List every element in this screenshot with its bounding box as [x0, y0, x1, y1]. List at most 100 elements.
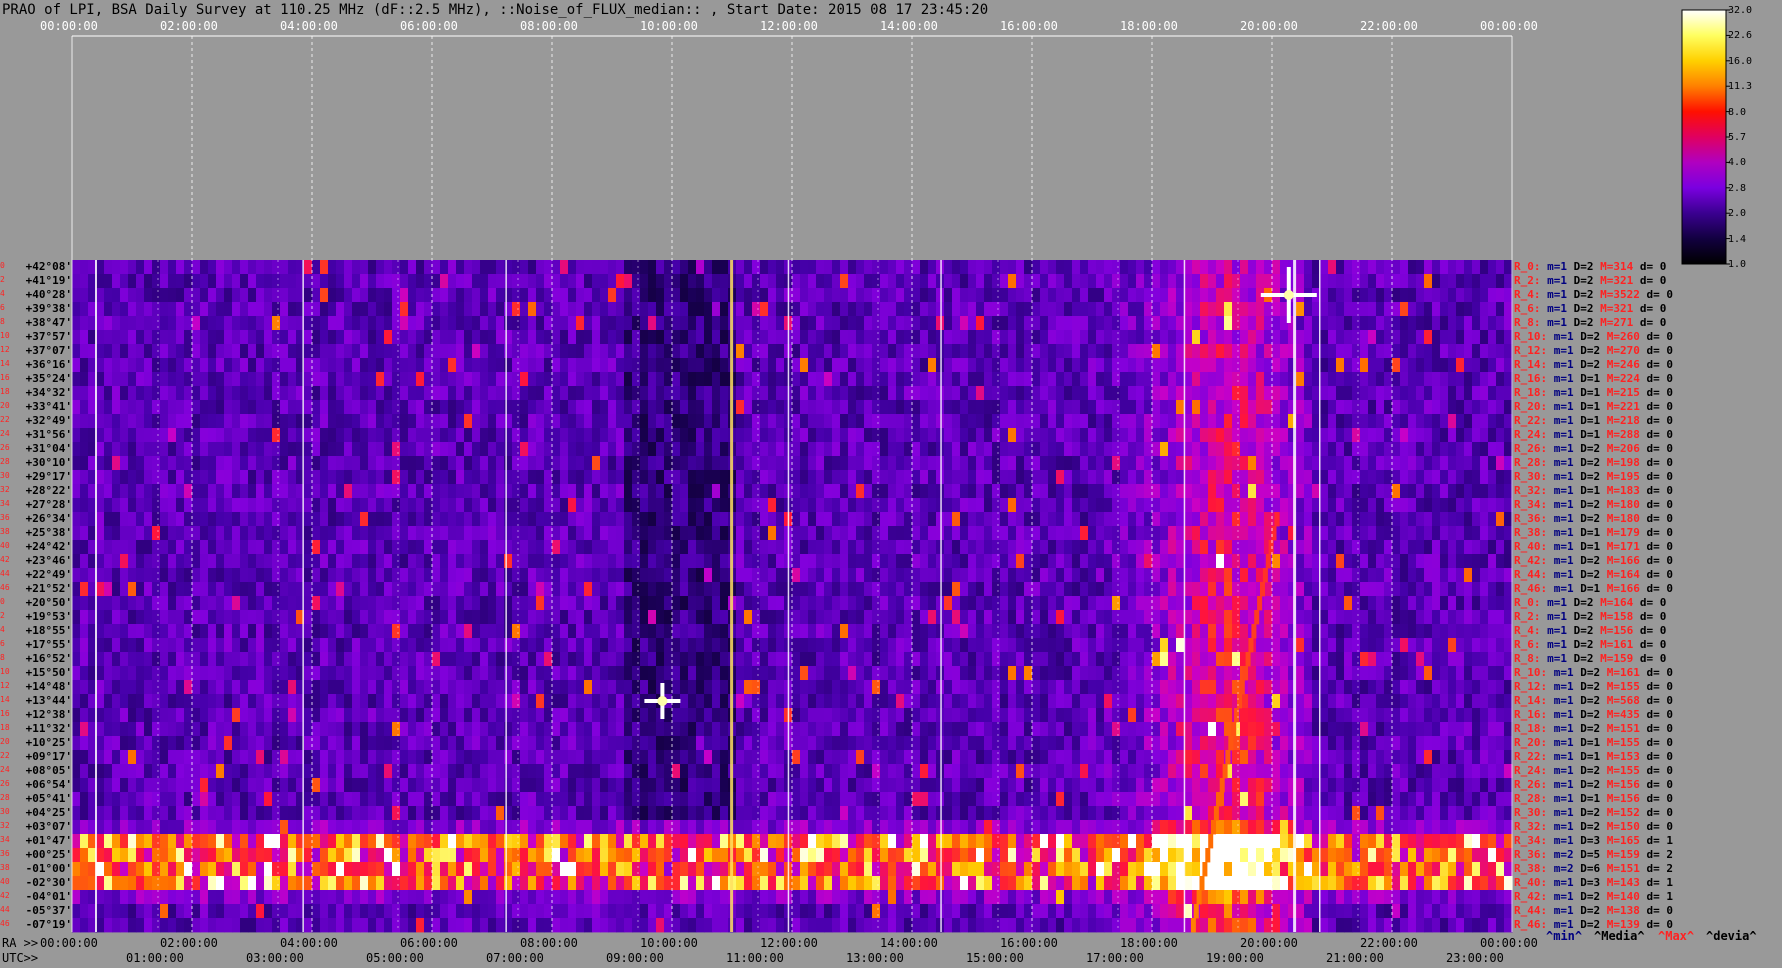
heatmap-cell: [128, 470, 137, 485]
heatmap-cell: [1136, 260, 1145, 275]
heatmap-cell: [160, 624, 169, 639]
heatmap-cell: [1240, 526, 1249, 541]
heatmap-cell: [560, 624, 569, 639]
heatmap-cell: [760, 386, 769, 401]
heatmap-cell: [144, 526, 153, 541]
heatmap-cell: [1400, 540, 1409, 555]
heatmap-cell: [256, 624, 265, 639]
heatmap-cell: [1352, 288, 1361, 303]
heatmap-cell: [1144, 568, 1153, 583]
heatmap-cell: [800, 484, 809, 499]
heatmap-cell: [96, 624, 105, 639]
heatmap-cell: [552, 568, 561, 583]
heatmap-cell: [968, 260, 977, 275]
heatmap-cell: [392, 568, 401, 583]
heatmap-cell: [128, 274, 137, 289]
heatmap-cell: [1000, 330, 1009, 345]
heatmap-cell: [640, 526, 649, 541]
heatmap-cell: [632, 456, 641, 471]
heatmap-cell: [360, 330, 369, 345]
heatmap-cell: [1040, 638, 1049, 653]
heatmap-cell: [288, 428, 297, 443]
heatmap-cell: [552, 260, 561, 275]
heatmap-cell: [1072, 554, 1081, 569]
heatmap-cell: [736, 344, 745, 359]
heatmap-cell: [344, 358, 353, 373]
heatmap-cell: [136, 274, 145, 289]
heatmap-cell: [664, 442, 673, 457]
heatmap-cell: [1496, 624, 1505, 639]
heatmap-cell: [536, 568, 545, 583]
heatmap-cell: [1208, 498, 1217, 513]
heatmap-cell: [1448, 260, 1457, 275]
heatmap-cell: [640, 442, 649, 457]
heatmap-cell: [1496, 260, 1505, 275]
heatmap-cell: [448, 638, 457, 653]
heatmap-cell: [136, 624, 145, 639]
heatmap-cell: [712, 638, 721, 653]
heatmap-cell: [1424, 540, 1433, 555]
heatmap-cell: [240, 456, 249, 471]
heatmap-cell: [496, 344, 505, 359]
heatmap-cell: [1272, 484, 1281, 499]
heatmap-cell: [400, 372, 409, 387]
heatmap-cell: [1120, 568, 1129, 583]
heatmap-cell: [312, 260, 321, 275]
heatmap-cell: [752, 316, 761, 331]
heatmap-cell: [336, 610, 345, 625]
heatmap-cell: [120, 344, 129, 359]
heatmap-cell: [608, 386, 617, 401]
heatmap-cell: [520, 316, 529, 331]
heatmap-cell: [656, 484, 665, 499]
heatmap-cell: [616, 526, 625, 541]
heatmap-cell: [952, 568, 961, 583]
heatmap-cell: [648, 330, 657, 345]
heatmap-cell: [592, 302, 601, 317]
heatmap-cell: [1160, 582, 1169, 597]
heatmap-cell: [72, 526, 81, 541]
heatmap-cell: [720, 274, 729, 289]
heatmap-cell: [824, 442, 833, 457]
heatmap-cell: [1440, 484, 1449, 499]
heatmap-cell: [664, 638, 673, 653]
heatmap-cell: [1408, 358, 1417, 373]
heatmap-cell: [1360, 526, 1369, 541]
heatmap-cell: [192, 554, 201, 569]
heatmap-cell: [304, 624, 313, 639]
heatmap-cell: [440, 274, 449, 289]
heatmap-cell: [576, 624, 585, 639]
heatmap-cell: [1032, 372, 1041, 387]
heatmap-cell: [896, 414, 905, 429]
heatmap-cell: [176, 442, 185, 457]
heatmap-cell: [328, 456, 337, 471]
heatmap-cell: [1336, 302, 1345, 317]
heatmap-cell: [360, 442, 369, 457]
heatmap-cell: [1192, 498, 1201, 513]
heatmap-cell: [368, 638, 377, 653]
heatmap-cell: [192, 610, 201, 625]
heatmap-cell: [664, 400, 673, 415]
heatmap-cell: [168, 288, 177, 303]
heatmap-cell: [128, 540, 137, 555]
heatmap-cell: [1096, 386, 1105, 401]
heatmap-cell: [280, 470, 289, 485]
heatmap-cell: [1088, 274, 1097, 289]
heatmap-cell: [704, 638, 713, 653]
heatmap-cell: [712, 512, 721, 527]
heatmap-cell: [136, 512, 145, 527]
heatmap-cell: [1136, 526, 1145, 541]
heatmap-cell: [72, 400, 81, 415]
heatmap-cell: [1280, 400, 1289, 415]
heatmap-cell: [984, 554, 993, 569]
heatmap-cell: [416, 442, 425, 457]
heatmap-cell: [496, 400, 505, 415]
heatmap-cell: [400, 498, 409, 513]
heatmap-cell: [632, 554, 641, 569]
heatmap-cell: [1112, 498, 1121, 513]
heatmap-cell: [952, 470, 961, 485]
heatmap-cell: [520, 358, 529, 373]
heatmap-cell: [1128, 610, 1137, 625]
heatmap-cell: [544, 400, 553, 415]
heatmap-cell: [1136, 316, 1145, 331]
heatmap-cell: [944, 638, 953, 653]
